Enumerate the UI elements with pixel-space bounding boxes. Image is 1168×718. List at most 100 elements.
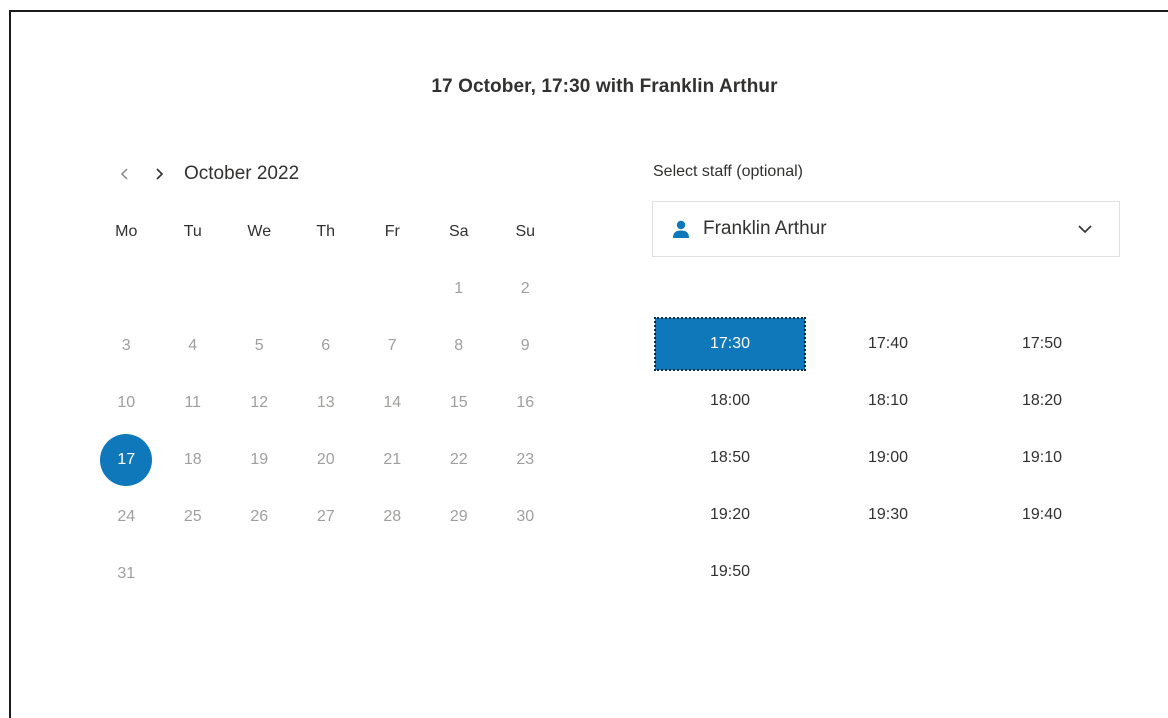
calendar-grid: Mo Tu We Th Fr Sa Su 1 2 3 4 5 6 7 8 9 10 11 12 13 14…: [93, 203, 559, 602]
calendar-cell: 27: [293, 488, 360, 545]
calendar-cell: 8: [426, 317, 493, 374]
calendar-day[interactable]: 10: [100, 377, 152, 429]
time-slot[interactable]: 18:10: [813, 375, 963, 427]
chevron-right-icon: [156, 168, 164, 180]
chevron-left-icon: [120, 168, 128, 180]
calendar-cell: 1: [426, 260, 493, 317]
calendar-day[interactable]: 13: [300, 377, 352, 429]
calendar-cell: 12: [226, 374, 293, 431]
calendar-day[interactable]: 2: [499, 263, 551, 315]
staff-selected-value: Franklin Arthur: [703, 218, 827, 239]
calendar-day[interactable]: 16: [499, 377, 551, 429]
calendar-day[interactable]: 27: [300, 491, 352, 543]
calendar-day[interactable]: 23: [499, 434, 551, 486]
calendar-cell: [293, 545, 360, 602]
time-slot-grid: 17:30 17:40 17:50 18:00 18:10 18:20 18:50 19:00…: [654, 317, 1121, 603]
calendar-day[interactable]: 5: [233, 320, 285, 372]
weekday-label: Th: [316, 222, 336, 240]
time-slot[interactable]: 19:00: [813, 432, 963, 484]
month-navigation: October 2022: [108, 158, 299, 190]
time-slot-row: 17:30 17:40 17:50: [654, 317, 1121, 375]
calendar-cell: 28: [359, 488, 426, 545]
calendar-cell: 4: [160, 317, 227, 374]
calendar-day[interactable]: 29: [433, 491, 485, 543]
time-slot-selected[interactable]: 17:30: [654, 317, 806, 371]
calendar-day[interactable]: 20: [300, 434, 352, 486]
calendar-cell: 30: [492, 488, 559, 545]
staff-dropdown[interactable]: Franklin Arthur: [652, 201, 1120, 257]
calendar-cell: 10: [93, 374, 160, 431]
calendar-cell: 7: [359, 317, 426, 374]
weekday-label: Fr: [384, 222, 400, 240]
calendar-cell: 18: [160, 431, 227, 488]
time-slot[interactable]: 19:30: [813, 489, 963, 541]
calendar-cell: 5: [226, 317, 293, 374]
calendar-cell: [359, 260, 426, 317]
calendar-cell: [226, 545, 293, 602]
time-slot[interactable]: 17:50: [967, 318, 1117, 370]
person-icon: [671, 219, 691, 239]
calendar-day[interactable]: 7: [366, 320, 418, 372]
calendar-day[interactable]: 1: [433, 263, 485, 315]
calendar-day[interactable]: 31: [100, 548, 152, 600]
calendar-day[interactable]: 19: [233, 434, 285, 486]
calendar-week-row: 17 18 19 20 21 22 23: [93, 431, 559, 488]
calendar-cell: 29: [426, 488, 493, 545]
calendar-day[interactable]: 24: [100, 491, 152, 543]
calendar-cell: 25: [160, 488, 227, 545]
calendar-day[interactable]: 15: [433, 377, 485, 429]
chevron-down-icon: [1075, 219, 1095, 239]
calendar-cell: 15: [426, 374, 493, 431]
time-slot-row: 19:50: [655, 546, 1121, 603]
time-slot[interactable]: 17:40: [813, 318, 963, 370]
calendar-cell: 6: [293, 317, 360, 374]
calendar-day-selected[interactable]: 17: [100, 433, 153, 486]
time-slot[interactable]: 18:20: [967, 375, 1117, 427]
calendar-day[interactable]: 8: [433, 320, 485, 372]
calendar-cell: [492, 545, 559, 602]
weekday-header-row: Mo Tu We Th Fr Sa Su: [93, 203, 559, 260]
time-slot-row: 18:50 19:00 19:10: [655, 432, 1121, 489]
calendar-week-row: 12: [93, 260, 559, 317]
calendar-day[interactable]: 12: [233, 377, 285, 429]
calendar-day[interactable]: 14: [366, 377, 418, 429]
time-slot[interactable]: 18:50: [655, 432, 805, 484]
time-slot[interactable]: 19:20: [655, 489, 805, 541]
calendar-cell: 3: [93, 317, 160, 374]
calendar-cell: [359, 545, 426, 602]
calendar-cell: [426, 545, 493, 602]
calendar-cell: 9: [492, 317, 559, 374]
calendar-day[interactable]: 6: [300, 320, 352, 372]
time-slot[interactable]: 18:00: [655, 375, 805, 427]
calendar-cell: [160, 260, 227, 317]
time-slot[interactable]: 19:10: [967, 432, 1117, 484]
calendar-cell: 26: [226, 488, 293, 545]
calendar-cell: 17: [93, 431, 160, 488]
calendar-cell: 14: [359, 374, 426, 431]
calendar-day[interactable]: 21: [366, 434, 418, 486]
calendar-day[interactable]: 22: [433, 434, 485, 486]
calendar-day[interactable]: 28: [366, 491, 418, 543]
calendar-day[interactable]: 26: [233, 491, 285, 543]
calendar-day[interactable]: 18: [167, 434, 219, 486]
calendar-week-row: 31: [93, 545, 559, 602]
weekday-label: Tu: [183, 222, 202, 240]
calendar-cell: 23: [492, 431, 559, 488]
calendar-day[interactable]: 3: [100, 320, 152, 372]
calendar-day[interactable]: 25: [167, 491, 219, 543]
calendar-cell: 22: [426, 431, 493, 488]
calendar-cell: 11: [160, 374, 227, 431]
time-slot[interactable]: 19:40: [967, 489, 1117, 541]
calendar-cell: 16: [492, 374, 559, 431]
next-month-button[interactable]: [142, 158, 176, 190]
previous-month-button[interactable]: [108, 158, 142, 190]
calendar-cell: [160, 545, 227, 602]
calendar-cell: [293, 260, 360, 317]
calendar-day[interactable]: 9: [499, 320, 551, 372]
calendar-cell: 13: [293, 374, 360, 431]
time-slot[interactable]: 19:50: [655, 546, 805, 598]
calendar-day[interactable]: 30: [499, 491, 551, 543]
calendar-day[interactable]: 4: [167, 320, 219, 372]
time-slot-row: 18:00 18:10 18:20: [655, 375, 1121, 432]
calendar-day[interactable]: 11: [167, 377, 219, 429]
